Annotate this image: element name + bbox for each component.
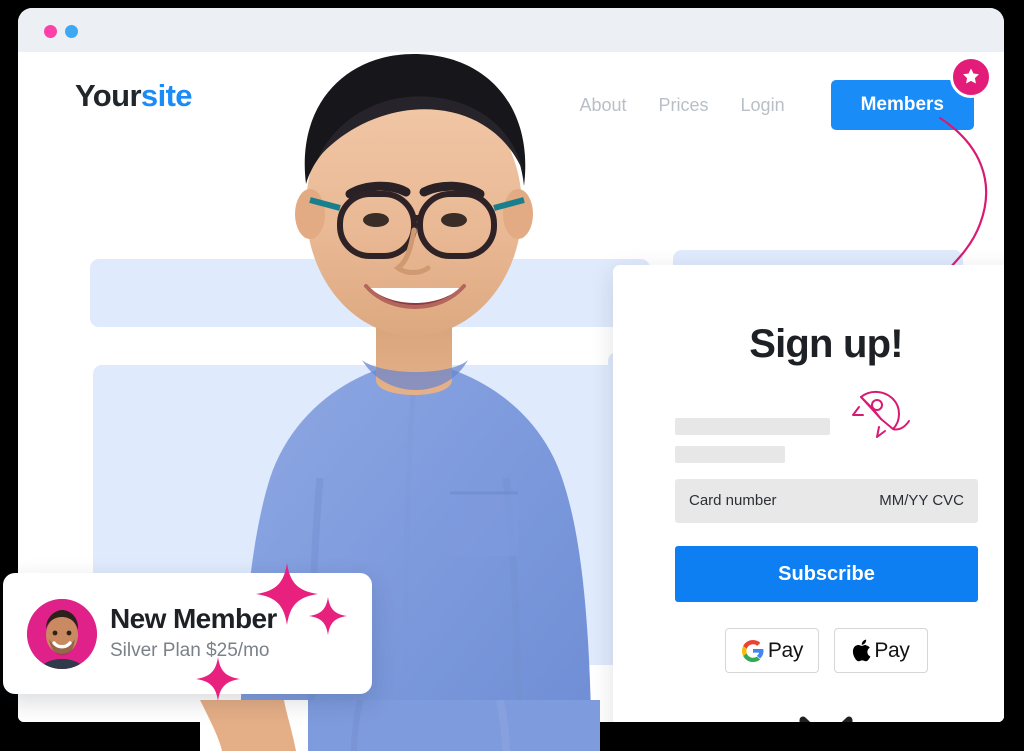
nav-item-login[interactable]: Login bbox=[741, 95, 785, 116]
window-dot-blue[interactable] bbox=[65, 25, 78, 38]
window-dot-pink[interactable] bbox=[44, 25, 57, 38]
card-number-placeholder: Card number bbox=[689, 492, 777, 509]
google-pay-button[interactable]: Pay bbox=[725, 628, 819, 673]
screenshot-stage: Yoursite About Prices Login Members Sign… bbox=[0, 0, 1024, 751]
form-placeholder-bar bbox=[675, 446, 785, 463]
signup-title: Sign up! bbox=[749, 322, 903, 366]
star-icon bbox=[950, 56, 992, 98]
toast-title: New Member bbox=[110, 603, 277, 634]
payment-methods-row: Pay Pay bbox=[675, 628, 978, 673]
signup-card: Sign up! Card number MM/YY CVC Subscribe… bbox=[613, 265, 1004, 722]
site-nav: About Prices Login Members bbox=[579, 56, 992, 130]
memberpress-m-logo bbox=[613, 702, 1004, 722]
new-member-toast[interactable]: New Member Silver Plan $25/mo bbox=[3, 573, 372, 694]
form-placeholder-bar bbox=[675, 418, 830, 435]
apple-pay-icon bbox=[853, 639, 871, 661]
card-number-field[interactable]: Card number MM/YY CVC bbox=[675, 479, 978, 523]
logo-text-primary: Your bbox=[75, 78, 142, 113]
subscribe-button[interactable]: Subscribe bbox=[675, 546, 978, 602]
apple-pay-label: Pay bbox=[874, 638, 910, 662]
logo-text-accent: site bbox=[140, 78, 193, 113]
site-logo[interactable]: Yoursite bbox=[75, 78, 193, 114]
google-pay-label: Pay bbox=[767, 638, 804, 662]
members-button-wrap: Members bbox=[830, 56, 992, 130]
member-avatar bbox=[27, 599, 97, 669]
nav-item-prices[interactable]: Prices bbox=[659, 95, 709, 116]
toast-subtitle: Silver Plan $25/mo bbox=[110, 640, 270, 661]
hero-person-overflow bbox=[200, 700, 600, 751]
rocket-icon bbox=[852, 391, 910, 438]
card-expiry-cvc-placeholder: MM/YY CVC bbox=[879, 492, 964, 509]
google-pay-icon bbox=[741, 639, 764, 662]
apple-pay-button[interactable]: Pay bbox=[834, 628, 928, 673]
browser-titlebar bbox=[18, 8, 1004, 52]
